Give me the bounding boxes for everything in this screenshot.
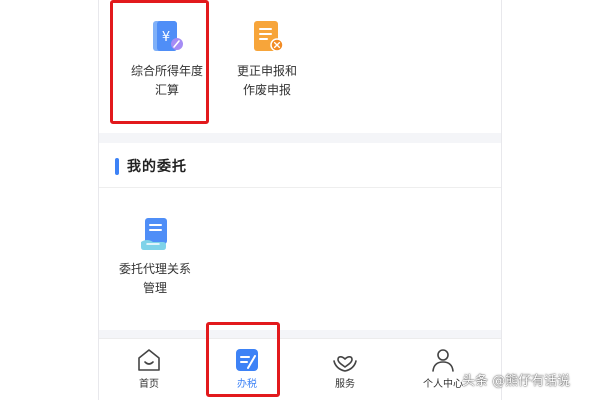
user-icon	[430, 347, 456, 373]
correction-filing-tile[interactable]: 更正申报和 作废申报	[217, 0, 317, 110]
tax-filing-icon	[234, 347, 260, 373]
nav-home-label: 首页	[139, 379, 159, 390]
home-icon	[136, 347, 162, 373]
agent-relationship-icon	[135, 214, 175, 254]
annual-settlement-tile[interactable]: ¥ 综合所得年度 汇算	[117, 0, 217, 110]
delegation-grid: 委托代理关系 管理	[99, 188, 501, 330]
nav-home[interactable]: 首页	[99, 339, 199, 400]
service-icon	[332, 347, 358, 373]
nav-service[interactable]: 服务	[295, 339, 395, 400]
section-title: 我的委托	[127, 159, 187, 175]
correction-filing-label: 更正申报和 作废申报	[236, 64, 297, 97]
nav-tax-filing-label: 办税	[237, 379, 257, 390]
agent-relationship-label: 委托代理关系 管理	[118, 262, 191, 295]
svg-text:¥: ¥	[162, 30, 170, 45]
delegation-section-header: 我的委托	[99, 143, 501, 188]
watermark: 头条 @熊仔有话说	[462, 374, 571, 389]
phone-screen: ¥ 综合所得年度 汇算 更正申报和 作废申报 我的委托 委托代理关系 管理 首页…	[98, 0, 502, 400]
agent-relationship-tile[interactable]: 委托代理关系 管理	[105, 198, 205, 308]
tax-services-grid: ¥ 综合所得年度 汇算 更正申报和 作废申报	[99, 0, 501, 133]
annual-settlement-label: 综合所得年度 汇算	[130, 64, 203, 97]
nav-user-center-label: 个人中心	[423, 379, 463, 390]
bottom-nav: 首页 办税 服务 个人中心	[99, 338, 501, 400]
section-marker	[115, 158, 119, 175]
nav-tax-filing[interactable]: 办税	[197, 339, 297, 400]
annual-settlement-icon: ¥	[147, 16, 187, 56]
nav-service-label: 服务	[335, 379, 355, 390]
correction-filing-icon	[247, 16, 287, 56]
